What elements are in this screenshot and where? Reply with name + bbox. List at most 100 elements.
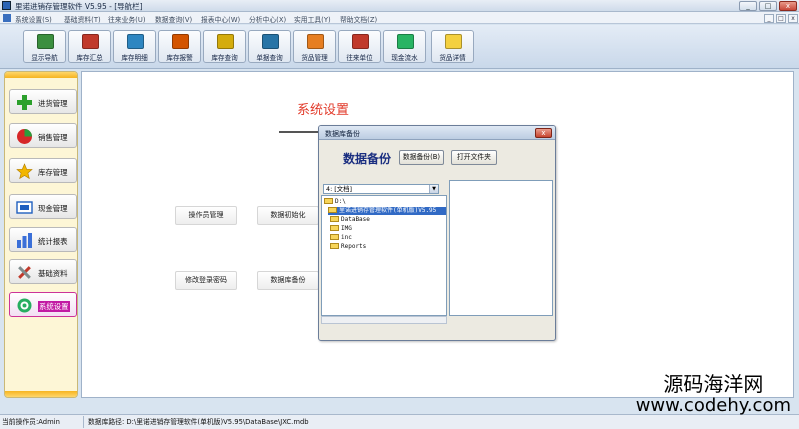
tools-icon	[18, 266, 31, 279]
toolbar-partners-button[interactable]: 往来单位	[338, 30, 381, 63]
db-backup-dialog: 数据库备份 x 数据备份 数据备份(B) 打开文件夹 4: [文档] ▼ D:\…	[318, 125, 556, 341]
toolbar-cash-flow-button[interactable]: 现金流水	[383, 30, 426, 63]
goods-mgmt-icon	[307, 34, 324, 49]
toolbar-stock-summary-button[interactable]: 库存汇总	[68, 30, 111, 63]
toolbar-label: 库存明细	[121, 54, 148, 62]
maximize-button[interactable]: □	[759, 1, 777, 11]
mdi-minimize-button[interactable]: _	[764, 14, 774, 23]
menu-business[interactable]: 往来业务(U)	[108, 14, 145, 24]
nav-item-system-settings[interactable]: 系统设置	[9, 292, 77, 317]
menu-analysis-center[interactable]: 分析中心(X)	[249, 14, 286, 24]
watermark: 源码海洋网 www.codehy.com	[636, 372, 791, 416]
toolbar-label: 显示导航	[31, 54, 58, 62]
status-operator: 当前操作员:Admin	[0, 416, 84, 428]
toolbar-label: 库存汇总	[76, 54, 103, 62]
toolbar-label: 库存查询	[211, 54, 238, 62]
partners-icon	[352, 34, 369, 49]
menu-utilities[interactable]: 实用工具(Y)	[294, 14, 331, 24]
nav-item-label: 进货管理	[38, 99, 68, 108]
tree-horizontal-scrollbar[interactable]	[321, 316, 447, 324]
dialog-heading: 数据备份	[343, 152, 392, 166]
close-button[interactable]: x	[779, 1, 797, 11]
nav-item-inventory[interactable]: 库存管理	[9, 158, 77, 183]
folder-icon	[330, 216, 339, 222]
stock-summary-icon	[82, 34, 99, 49]
db-backup-button[interactable]: 数据库备份	[257, 271, 319, 290]
plus-icon	[17, 95, 32, 110]
pie-chart-icon	[17, 129, 32, 144]
toolbar-goods-detail-button[interactable]: 货品详情	[431, 30, 474, 63]
nav-item-label: 库存管理	[38, 168, 68, 177]
nav-item-cash[interactable]: 现金管理	[9, 194, 77, 219]
file-list[interactable]	[449, 180, 553, 316]
operator-mgmt-button[interactable]: 操作员管理	[175, 206, 237, 225]
toolbar-label: 现金流水	[391, 54, 418, 62]
doc-query-icon	[262, 34, 279, 49]
backup-button[interactable]: 数据备份(B)	[399, 150, 444, 165]
menu-data-query[interactable]: 数据查询(V)	[155, 14, 192, 24]
dialog-title: 数据库备份	[325, 130, 360, 138]
cash-icon	[16, 201, 33, 214]
open-folder-icon	[328, 207, 337, 213]
close-icon: x	[541, 129, 546, 137]
minimize-button[interactable]: _	[739, 1, 757, 11]
tree-item[interactable]: D:\	[324, 198, 346, 206]
chevron-down-icon[interactable]: ▼	[429, 185, 438, 193]
nav-item-label: 系统设置	[38, 301, 70, 312]
watermark-line2: www.codehy.com	[635, 395, 791, 416]
nav-icon	[37, 34, 54, 49]
tree-item[interactable]: Reports	[330, 243, 366, 251]
dialog-titlebar[interactable]: 数据库备份 x	[319, 126, 555, 140]
goods-detail-icon	[445, 34, 462, 49]
folder-icon	[330, 225, 339, 231]
nav-item-label: 统计报表	[38, 237, 68, 246]
toolbar-stock-query-button[interactable]: 库存查询	[203, 30, 246, 63]
mdi-close-button[interactable]: x	[788, 14, 798, 23]
toolbar-label: 货品详情	[439, 54, 466, 62]
toolbar-doc-query-button[interactable]: 单据查询	[248, 30, 291, 63]
menu-system-settings[interactable]: 系统设置(S)	[15, 14, 52, 24]
nav-panel: 进货管理 销售管理 库存管理 现金管理 统计报表 基础资料 系统设置	[4, 71, 78, 398]
dialog-close-button[interactable]: x	[535, 128, 552, 138]
window-titlebar[interactable]: 里诺进销存管理软件 V5.95 - [导航栏] _ □ x	[0, 0, 799, 12]
connector-line	[279, 131, 321, 133]
menu-report-center[interactable]: 报表中心(W)	[201, 14, 240, 24]
watermark-line1: 源码海洋网	[663, 372, 764, 396]
tree-item[interactable]: IMG	[330, 225, 352, 233]
mdi-restore-button[interactable]: □	[776, 14, 786, 23]
folder-icon	[330, 243, 339, 249]
toolbar-label: 库存报警	[166, 54, 193, 62]
change-password-button[interactable]: 修改登录密码	[175, 271, 237, 290]
toolbar-label: 单据查询	[256, 54, 283, 62]
bar-chart-icon	[17, 233, 32, 248]
drive-select[interactable]: 4: [文档] ▼	[323, 184, 439, 194]
tree-item[interactable]: DataBase	[330, 216, 370, 224]
nav-panel-top-bar	[5, 72, 77, 78]
nav-item-label: 现金管理	[38, 204, 68, 213]
menubar: 系统设置(S) 基础资料(T) 往来业务(U) 数据查询(V) 报表中心(W) …	[0, 12, 799, 24]
status-db-path: 数据库路径: D:\里诺进销存管理软件(单机版)V5.95\DataBase\J…	[88, 418, 309, 426]
mdi-child-icon	[3, 14, 11, 22]
nav-item-reports[interactable]: 统计报表	[9, 227, 77, 252]
gear-icon	[17, 298, 32, 313]
toolbar: 显示导航 库存汇总 库存明细 库存报警 库存查询 单据查询 货品管理 往来单位 …	[0, 25, 799, 69]
tree-item[interactable]: inc	[330, 234, 352, 242]
toolbar-stock-detail-button[interactable]: 库存明细	[113, 30, 156, 63]
menu-help[interactable]: 帮助文档(Z)	[340, 14, 377, 24]
nav-item-basic-data[interactable]: 基础资料	[9, 259, 77, 284]
stock-alert-icon	[172, 34, 189, 49]
drive-select-value: 4: [文档]	[326, 185, 353, 193]
menu-basic-data[interactable]: 基础资料(T)	[64, 14, 101, 24]
toolbar-show-nav-button[interactable]: 显示导航	[23, 30, 66, 63]
cash-flow-icon	[397, 34, 414, 49]
open-folder-button[interactable]: 打开文件夹	[451, 150, 497, 165]
nav-item-purchase[interactable]: 进货管理	[9, 89, 77, 114]
nav-item-sales[interactable]: 销售管理	[9, 123, 77, 148]
folder-icon	[330, 234, 339, 240]
page-title: 系统设置	[297, 103, 350, 118]
folder-tree[interactable]: D:\ 里诺进销存管理软件(单机版)V5.95 DataBase IMG inc…	[321, 195, 447, 316]
toolbar-goods-mgmt-button[interactable]: 货品管理	[293, 30, 336, 63]
toolbar-stock-alert-button[interactable]: 库存报警	[158, 30, 201, 63]
data-init-button[interactable]: 数据初始化	[257, 206, 319, 225]
tree-item-selected[interactable]: 里诺进销存管理软件(单机版)V5.95	[328, 207, 446, 215]
